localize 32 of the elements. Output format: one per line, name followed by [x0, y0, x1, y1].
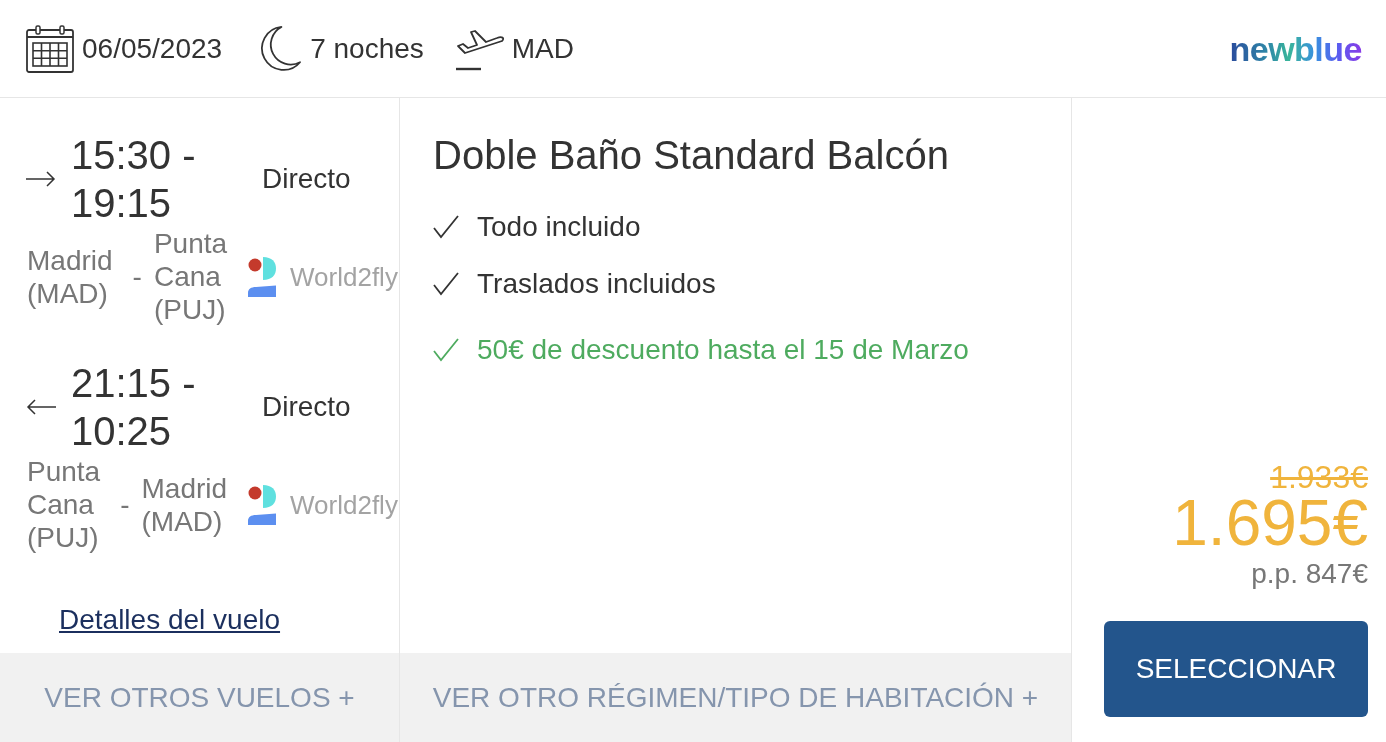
room-title: Doble Baño Standard Balcón [433, 132, 950, 179]
airline-name: World2fly [290, 488, 398, 521]
destination-city: Punta Cana (PUJ) [153, 227, 228, 326]
airport-code: MAD [511, 31, 574, 66]
route-dash: - [132, 260, 142, 293]
flight-type: Directo [262, 162, 351, 196]
flight-type: Directo [262, 390, 351, 424]
old-price: 1.933€ [1270, 460, 1368, 494]
flight-times: 15:30 - 19:15 [71, 132, 197, 227]
route-dash: - [120, 488, 130, 521]
airline-logo-icon [248, 484, 276, 525]
select-button[interactable]: SELECCIONAR [1104, 621, 1368, 717]
flight-times: 21:15 - 10:25 [71, 360, 197, 455]
check-icon [433, 338, 459, 362]
origin-city: Punta Cana (PUJ) [27, 455, 101, 554]
airline-name: World2fly [290, 260, 398, 293]
arrow-right-icon [26, 171, 56, 187]
nights-text: 7 noches [310, 31, 424, 66]
destination-city: Madrid (MAD) [141, 471, 228, 538]
check-icon [433, 272, 459, 296]
price-total: 1.695€ [1172, 494, 1368, 552]
arrow-left-icon [26, 399, 56, 415]
feature-text: 50€ de descuento hasta el 15 de Marzo [477, 333, 969, 367]
calendar-icon [26, 24, 74, 73]
date-text: 06/05/2023 [82, 31, 223, 66]
origin-city: Madrid (MAD) [27, 243, 113, 310]
airline-logo-icon [248, 256, 276, 297]
feature-text: Todo incluido [477, 210, 641, 244]
feature-text: Traslados incluidos [477, 267, 716, 301]
check-icon [433, 215, 459, 239]
price-per-person: p.p. 847€ [1251, 557, 1368, 590]
flight-details-link[interactable]: Detalles del vuelo [59, 603, 281, 636]
